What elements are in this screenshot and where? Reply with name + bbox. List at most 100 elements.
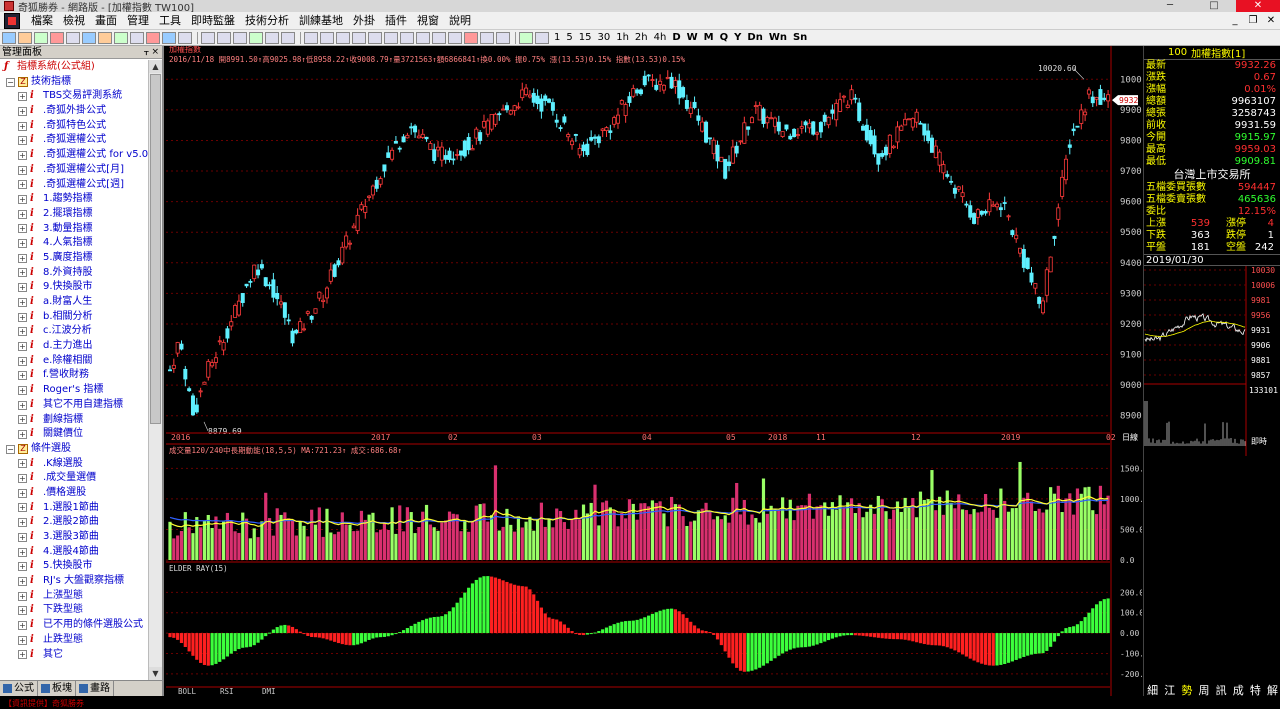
tree-item[interactable]: + i 5.快換股市	[0, 559, 148, 574]
report-icon[interactable]	[146, 31, 160, 44]
tree-item[interactable]: + i .價格選股	[0, 486, 148, 501]
expand-icon[interactable]: +	[18, 341, 27, 351]
menu-item-5[interactable]: 即時監盤	[186, 12, 240, 30]
minimize-button[interactable]: ─	[1148, 0, 1192, 12]
expand-icon[interactable]: +	[18, 430, 27, 440]
line-tool-icon[interactable]	[320, 31, 334, 44]
tree-item[interactable]: + i 3.動量指標	[0, 222, 148, 237]
tree-item[interactable]: + i .成交量選價	[0, 471, 148, 486]
tree-item[interactable]: + i 1.趨勢指標	[0, 192, 148, 207]
tree-item[interactable]: + i TBS交易評測系統	[0, 89, 148, 104]
expand-icon[interactable]: +	[18, 635, 27, 645]
tree-item[interactable]: + i .奇狐選權公式	[0, 133, 148, 148]
expand-icon[interactable]: +	[18, 283, 27, 293]
menu-item-7[interactable]: 訓練基地	[294, 12, 348, 30]
scrollbar-thumb[interactable]	[150, 74, 161, 424]
tree-item[interactable]: + i .奇狐選權公式 for v5.0	[0, 148, 148, 163]
layout5-icon[interactable]	[265, 31, 279, 44]
indicator-tab-BOLL[interactable]: BOLL	[178, 687, 197, 696]
channel-tool-icon[interactable]	[368, 31, 382, 44]
mdi-restore-button[interactable]: ❐	[1244, 15, 1262, 26]
footer-tab-5[interactable]: 成	[1233, 682, 1244, 697]
maximize-button[interactable]: □	[1192, 0, 1236, 12]
alert-icon[interactable]	[50, 31, 64, 44]
period-button-1[interactable]: 1	[551, 31, 563, 45]
new-icon[interactable]	[2, 31, 16, 44]
tree-item[interactable]: − Z 條件選股	[0, 442, 148, 457]
tree-item[interactable]: + i f.營收財務	[0, 368, 148, 383]
tree-item[interactable]: + i 2.選股2節曲	[0, 515, 148, 530]
expand-icon[interactable]: +	[18, 180, 27, 190]
tree-item[interactable]: + i .奇狐選權公式[週]	[0, 178, 148, 193]
expand-icon[interactable]: +	[18, 253, 27, 263]
footer-tab-7[interactable]: 解	[1267, 682, 1278, 697]
tree-item[interactable]: + i d.主力進出	[0, 339, 148, 354]
footer-tab-4[interactable]: 訊	[1216, 682, 1227, 697]
tree-item[interactable]: + i .K線選股	[0, 457, 148, 472]
expand-icon[interactable]: +	[18, 459, 27, 469]
expand-icon[interactable]: +	[18, 92, 27, 102]
scroll-down-arrow-icon[interactable]: ▼	[149, 667, 162, 680]
tree-item[interactable]: + i 上漲型態	[0, 589, 148, 604]
period-button-2h[interactable]: 2h	[632, 31, 651, 45]
tree-item[interactable]: + i 劃線指標	[0, 413, 148, 428]
menu-item-10[interactable]: 視窗	[412, 12, 444, 30]
mini-intraday-chart[interactable]: 10030 10006 9981 9956 9931 9906 9881 9857 133101…	[1144, 266, 1280, 456]
hline-tool-icon[interactable]	[336, 31, 350, 44]
formula-icon[interactable]	[178, 31, 192, 44]
expand-icon[interactable]: −	[6, 444, 15, 454]
tree-item[interactable]: + i .奇狐外掛公式	[0, 104, 148, 119]
panel-tab-0[interactable]: 公式	[0, 681, 38, 696]
tree-item[interactable]: + i 2.擺環指標	[0, 207, 148, 222]
period-button-30[interactable]: 30	[594, 31, 613, 45]
mdi-minimize-button[interactable]: _	[1226, 15, 1244, 26]
tree-item[interactable]: + i 4.人氣指標	[0, 236, 148, 251]
layout3-icon[interactable]	[233, 31, 247, 44]
vline-tool-icon[interactable]	[352, 31, 366, 44]
tree-item[interactable]: + i 5.廣度指標	[0, 251, 148, 266]
footer-tab-6[interactable]: 特	[1250, 682, 1261, 697]
expand-icon[interactable]: +	[18, 121, 27, 131]
tree-item[interactable]: + i b.相關分析	[0, 310, 148, 325]
tree-item[interactable]: + i 其它不用自建指標	[0, 398, 148, 413]
footer-tab-2[interactable]: 勢	[1181, 682, 1192, 697]
layout6-icon[interactable]	[281, 31, 295, 44]
expand-icon[interactable]: +	[18, 327, 27, 337]
menu-item-8[interactable]: 外掛	[348, 12, 380, 30]
period-button-D[interactable]: D	[669, 31, 683, 45]
tree-item[interactable]: + i 已不用的條件選股公式	[0, 618, 148, 633]
period-button-Sn[interactable]: Sn	[790, 31, 810, 45]
tree-item[interactable]: + i 9.快換股市	[0, 280, 148, 295]
period-button-Y[interactable]: Y	[731, 31, 744, 45]
tree-item[interactable]: + i 下跌型態	[0, 603, 148, 618]
menu-item-1[interactable]: 檢視	[58, 12, 90, 30]
menu-item-3[interactable]: 管理	[122, 12, 154, 30]
tree-item[interactable]: + i 止跌型態	[0, 633, 148, 648]
period-button-M[interactable]: M	[701, 31, 717, 45]
footer-tab-1[interactable]: 江	[1164, 682, 1175, 697]
layout4-icon[interactable]	[249, 31, 263, 44]
expand-icon[interactable]: +	[18, 415, 27, 425]
tree-item[interactable]: + i 4.選股4節曲	[0, 545, 148, 560]
expand-icon[interactable]: +	[18, 239, 27, 249]
erase-tool-icon[interactable]	[464, 31, 478, 44]
color-tool-icon[interactable]	[480, 31, 494, 44]
period-button-15[interactable]: 15	[576, 31, 595, 45]
save-icon[interactable]	[496, 31, 510, 44]
panel-tab-2[interactable]: 畫路	[76, 681, 114, 696]
tree-item[interactable]: + i .奇狐特色公式	[0, 119, 148, 134]
expand-icon[interactable]: +	[18, 503, 27, 513]
period-button-Dn[interactable]: Dn	[744, 31, 765, 45]
tree-item[interactable]: + i 關鍵價位	[0, 427, 148, 442]
expand-icon[interactable]: +	[18, 606, 27, 616]
menu-item-6[interactable]: 技術分析	[240, 12, 294, 30]
indicator-tab-DMI[interactable]: DMI	[262, 687, 276, 696]
period-button-Q[interactable]: Q	[717, 31, 732, 45]
expand-icon[interactable]: +	[18, 532, 27, 542]
expand-icon[interactable]: +	[18, 195, 27, 205]
kline-chart-svg[interactable]: 10000 9900 9800 9700 9600 9500 9400 9300 9200 910…	[166, 44, 1149, 696]
gann-tool-icon[interactable]	[400, 31, 414, 44]
news-icon[interactable]	[162, 31, 176, 44]
ellipse-tool-icon[interactable]	[432, 31, 446, 44]
panel-tab-1[interactable]: 板塊	[38, 681, 76, 696]
